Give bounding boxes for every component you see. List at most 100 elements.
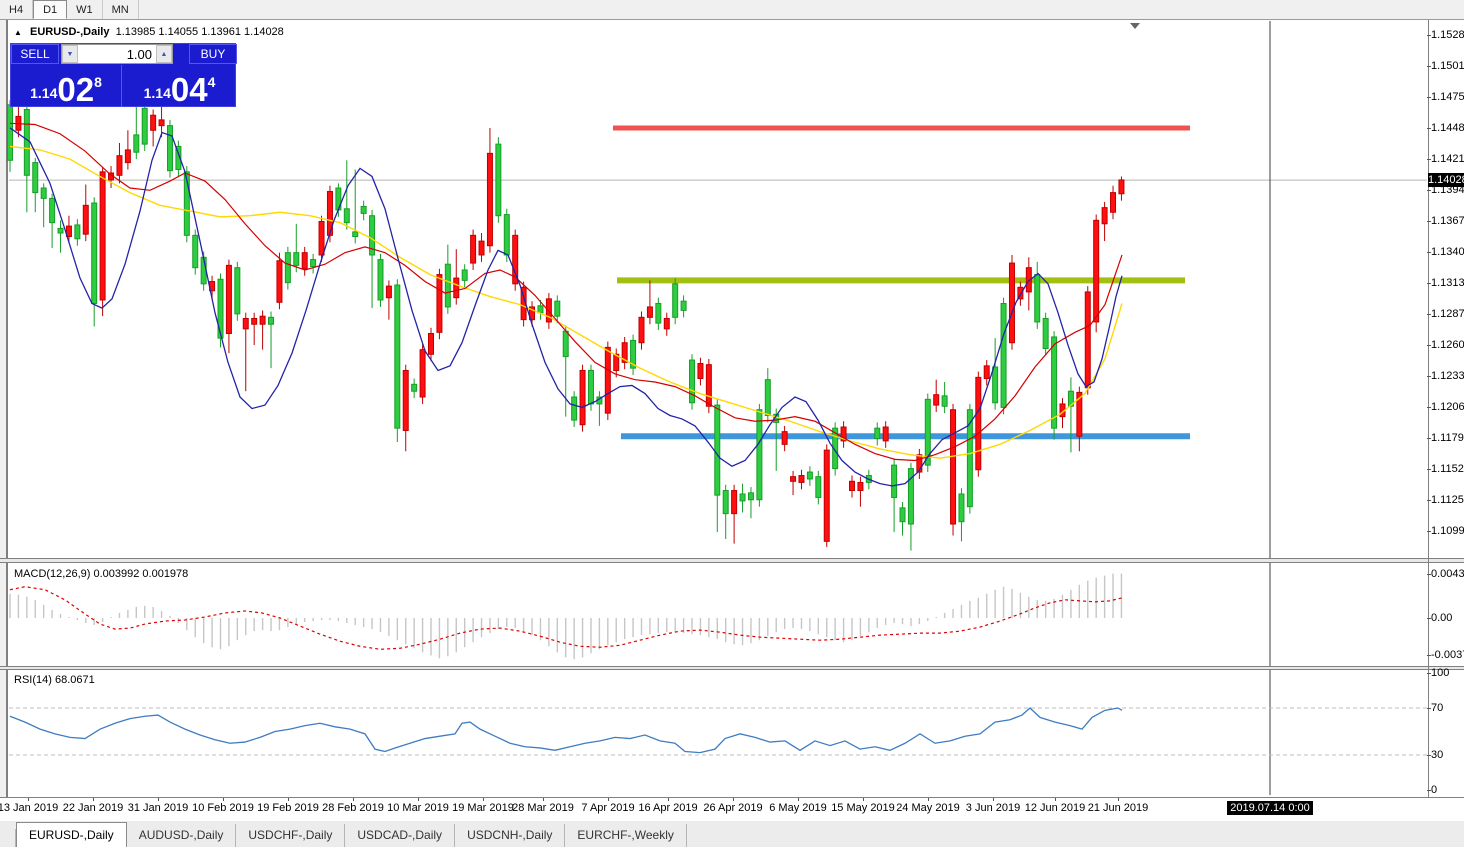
price-tick-label-tick — [1427, 159, 1431, 160]
volume-increase-icon[interactable]: ▲ — [156, 45, 172, 63]
price-tick-label-tick — [1427, 221, 1431, 222]
date-tick-mark — [1055, 798, 1056, 801]
macd-label: MACD(12,26,9) 0.003992 0.001978 — [14, 568, 188, 580]
price-tick-label-tick — [1427, 128, 1431, 129]
rsi-line — [10, 708, 1122, 753]
date-tick-mark — [158, 798, 159, 801]
date-axis[interactable]: 13 Jan 201922 Jan 201931 Jan 201910 Feb … — [0, 797, 1464, 820]
timeframe-w1[interactable]: W1 — [67, 0, 103, 19]
price-tick-label-tick — [1427, 407, 1431, 408]
price-tick-label-tick — [1427, 97, 1431, 98]
price-tick-label-tick — [1427, 252, 1431, 253]
price-tick-label: 1.13135 — [1431, 277, 1464, 289]
price-tick-label: 1.15015 — [1431, 60, 1464, 72]
splitter-macd-rsi[interactable] — [0, 666, 1464, 670]
macd-tick-label: -0.00371 — [1431, 649, 1464, 661]
splitter-main-macd[interactable] — [0, 558, 1464, 563]
rsi-panel[interactable] — [0, 670, 1464, 795]
chart-symbol: EURUSD-,Daily — [30, 26, 109, 38]
volume-decrease-icon[interactable]: ▼ — [62, 45, 78, 63]
price-tick-label: 1.14210 — [1431, 153, 1464, 165]
one-click-trading-widget: SELL ▼ ▲ BUY 1.14 02 8 1.14 04 4 — [10, 43, 236, 107]
price-tick-label: 1.11795 — [1431, 432, 1464, 444]
rsi-tick-label-tick — [1427, 673, 1431, 674]
macd-panel[interactable] — [0, 563, 1464, 666]
price-tick-label-tick — [1427, 500, 1431, 501]
rsi-tick-label-tick — [1427, 755, 1431, 756]
sell-button[interactable]: SELL — [11, 44, 59, 64]
buy-price-pips: 04 — [171, 76, 208, 104]
macd-tick-label-tick — [1427, 574, 1431, 575]
volume-stepper: ▼ ▲ — [61, 44, 173, 64]
date-tick-mark — [608, 798, 609, 801]
sell-price-pips: 02 — [57, 76, 94, 104]
sell-price-base: 1.14 — [30, 85, 57, 101]
tab-audusd-daily[interactable]: AUDUSD-,Daily — [127, 824, 237, 847]
buy-price-base: 1.14 — [144, 85, 171, 101]
price-tick-label-tick — [1427, 314, 1431, 315]
sell-price-panel[interactable]: 1.14 02 8 — [11, 65, 122, 107]
rsi-tick-label: 0 — [1431, 784, 1464, 796]
date-tick-label: 21 Jun 2019 — [1078, 802, 1158, 814]
rsi-tick-label: 100 — [1431, 667, 1464, 679]
macd-tick-label-tick — [1427, 618, 1431, 619]
chart-title: ▲ EURUSD-,Daily 1.13985 1.14055 1.13961 … — [14, 26, 284, 38]
buy-button[interactable]: BUY — [189, 44, 237, 64]
price-tick-label: 1.12065 — [1431, 401, 1464, 413]
symbol-tab-bar: EURUSD-,Daily AUDUSD-,Daily USDCHF-,Dail… — [0, 820, 1464, 847]
price-tick-label-tick — [1427, 66, 1431, 67]
rsi-tick-label: 30 — [1431, 749, 1464, 761]
price-tick-label: 1.13675 — [1431, 215, 1464, 227]
date-tick-mark — [863, 798, 864, 801]
sell-price-point: 8 — [94, 74, 102, 90]
price-tick-label: 1.14480 — [1431, 122, 1464, 134]
date-tick-mark — [928, 798, 929, 801]
timeframe-mn[interactable]: MN — [103, 0, 139, 19]
date-tick-mark — [93, 798, 94, 801]
price-tick-label-tick — [1427, 531, 1431, 532]
timeframe-bar: H4 D1 W1 MN — [0, 0, 1464, 20]
tab-usdcad-daily[interactable]: USDCAD-,Daily — [345, 824, 455, 847]
macd-histogram — [10, 574, 1121, 660]
price-tick-label-tick — [1427, 469, 1431, 470]
current-price-badge: 1.14028 — [1428, 173, 1464, 187]
price-tick-label-tick — [1427, 190, 1431, 191]
buy-price-panel[interactable]: 1.14 04 4 — [123, 65, 236, 107]
macd-tick-label: 0.004359 — [1431, 568, 1464, 580]
price-tick-label-tick — [1427, 376, 1431, 377]
date-tick-mark — [668, 798, 669, 801]
price-axis-border — [1428, 20, 1429, 820]
date-tick-mark — [543, 798, 544, 801]
date-tick-mark — [353, 798, 354, 801]
price-tick-label: 1.11255 — [1431, 494, 1464, 506]
volume-input[interactable] — [78, 45, 156, 63]
timeframe-h4[interactable]: H4 — [0, 0, 33, 19]
macd-tick-label-tick — [1427, 655, 1431, 656]
price-tick-label-tick — [1427, 438, 1431, 439]
date-line-badge: 2019.07.14 0:00 — [1227, 801, 1313, 815]
price-tick-label-tick — [1427, 35, 1431, 36]
tab-usdcnh-daily[interactable]: USDCNH-,Daily — [455, 824, 565, 847]
price-tick-label: 1.11525 — [1431, 463, 1464, 475]
timeframe-d1[interactable]: D1 — [33, 0, 67, 19]
chart-shift-icon[interactable] — [1130, 23, 1140, 29]
price-tick-label: 1.12600 — [1431, 339, 1464, 351]
tab-eurusd-daily[interactable]: EURUSD-,Daily — [16, 822, 127, 847]
rsi-tick-label-tick — [1427, 790, 1431, 791]
price-tick-label: 1.14750 — [1431, 91, 1464, 103]
rsi-tick-label: 70 — [1431, 702, 1464, 714]
date-tick-mark — [798, 798, 799, 801]
date-tick-mark — [483, 798, 484, 801]
tab-eurchf-weekly[interactable]: EURCHF-,Weekly — [565, 824, 686, 847]
chart-ohlc-values: 1.13985 1.14055 1.13961 1.14028 — [116, 26, 284, 38]
rsi-label: RSI(14) 68.0671 — [14, 674, 95, 686]
date-tick-mark — [993, 798, 994, 801]
date-tick-mark — [288, 798, 289, 801]
price-tick-label-tick — [1427, 345, 1431, 346]
buy-price-point: 4 — [208, 74, 216, 90]
tab-usdchf-daily[interactable]: USDCHF-,Daily — [236, 824, 345, 847]
date-tick-mark — [733, 798, 734, 801]
collapse-one-click-icon[interactable]: ▲ — [14, 28, 22, 37]
macd-tick-label: 0.00 — [1431, 612, 1464, 624]
date-tick-mark — [1118, 798, 1119, 801]
